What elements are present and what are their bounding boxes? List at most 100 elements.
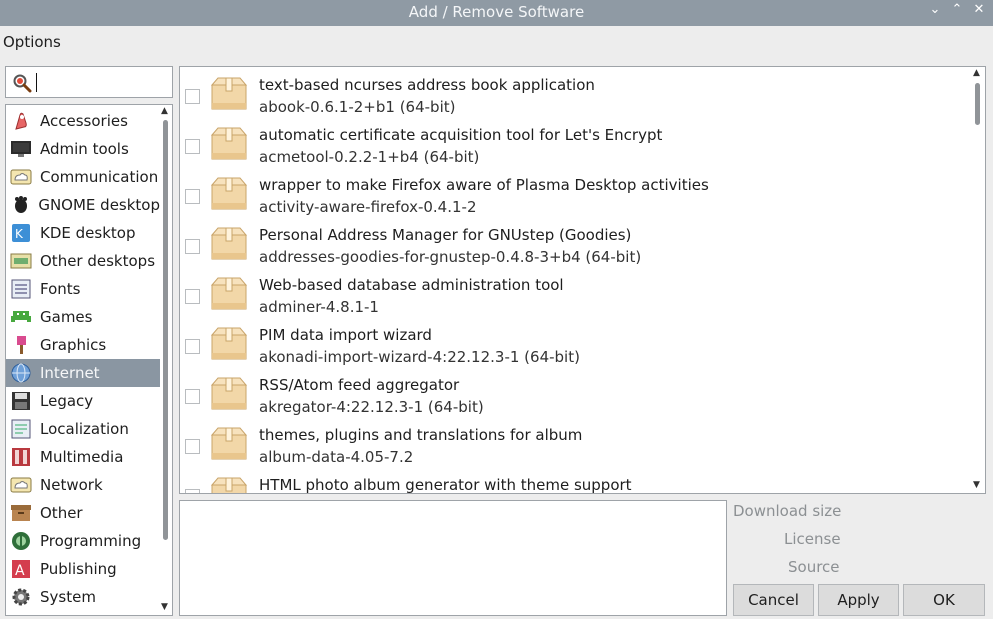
package-box-icon	[210, 327, 248, 361]
text-cursor	[36, 73, 37, 92]
package-row[interactable]: wrapper to make Firefox aware of Plasma …	[180, 171, 970, 221]
category-item[interactable]: Accessories	[6, 107, 160, 135]
package-checkbox[interactable]	[185, 189, 200, 204]
fonts-icon	[9, 278, 33, 300]
category-item[interactable]: A Publishing	[6, 555, 160, 583]
package-name: acmetool-0.2.2-1+b4 (64-bit)	[259, 148, 480, 166]
category-label: Network	[40, 476, 103, 494]
system-icon	[9, 586, 33, 608]
package-row[interactable]: text-based ncurses address book applicat…	[180, 71, 970, 121]
package-box-icon	[210, 177, 248, 211]
window-title: Add / Remove Software	[408, 3, 585, 21]
package-checkbox[interactable]	[185, 439, 200, 454]
communication-icon	[9, 166, 33, 188]
package-box-icon	[210, 227, 248, 261]
category-item[interactable]: Internet	[6, 359, 160, 387]
other-desktops-icon	[9, 250, 33, 272]
category-item[interactable]: Communication	[6, 163, 160, 191]
package-checkbox[interactable]	[185, 89, 200, 104]
package-row[interactable]: PIM data import wizard akonadi-import-wiz…	[180, 321, 970, 371]
package-checkbox[interactable]	[185, 389, 200, 404]
category-item[interactable]: Localization	[6, 415, 160, 443]
package-row[interactable]: Personal Address Manager for GNUstep (Go…	[180, 221, 970, 271]
package-checkbox[interactable]	[185, 139, 200, 154]
category-label: Internet	[40, 364, 100, 382]
category-item[interactable]: K KDE desktop	[6, 219, 160, 247]
package-scrollbar[interactable]: ▲ ▼	[971, 68, 984, 492]
category-label: Legacy	[40, 392, 94, 410]
search-field[interactable]	[5, 66, 173, 98]
category-item[interactable]: Multimedia	[6, 443, 160, 471]
scroll-down-arrow-icon[interactable]: ▼	[973, 480, 980, 490]
publishing-icon: A	[9, 558, 33, 580]
category-label: Admin tools	[40, 140, 129, 158]
search-icon	[13, 74, 32, 93]
cancel-button[interactable]: Cancel	[733, 584, 814, 616]
package-checkbox[interactable]	[185, 339, 200, 354]
other-icon	[9, 502, 33, 524]
category-label: Publishing	[40, 560, 117, 578]
category-label: Accessories	[40, 112, 128, 130]
category-label: GNOME desktop	[38, 196, 160, 214]
programming-icon	[9, 530, 33, 552]
package-row[interactable]: RSS/Atom feed aggregator akregator-4:22.1…	[180, 371, 970, 421]
package-name: akonadi-import-wizard-4:22.12.3-1 (64-bi…	[259, 348, 580, 366]
category-item[interactable]: Other desktops	[6, 247, 160, 275]
close-icon[interactable]: ✕	[973, 2, 985, 17]
apply-button[interactable]: Apply	[818, 584, 899, 616]
package-row[interactable]: Web-based database administration tool ad…	[180, 271, 970, 321]
package-description: Personal Address Manager for GNUstep (Go…	[259, 226, 632, 244]
options-menu[interactable]: Options	[3, 33, 61, 51]
package-name: activity-aware-firefox-0.4.1-2	[259, 198, 477, 216]
package-box-icon	[210, 477, 248, 493]
package-box-icon	[210, 427, 248, 461]
package-name: adminer-4.8.1-1	[259, 298, 379, 316]
package-row[interactable]: HTML photo album generator with theme su…	[180, 471, 970, 494]
package-scroll-thumb[interactable]	[975, 83, 980, 125]
scroll-up-arrow-icon[interactable]: ▲	[973, 68, 980, 78]
package-checkbox[interactable]	[185, 489, 200, 493]
package-row[interactable]: themes, plugins and translations for alb…	[180, 421, 970, 471]
maximize-icon[interactable]: ⌃	[951, 2, 963, 17]
search-input[interactable]	[39, 70, 169, 94]
category-label: KDE desktop	[40, 224, 136, 242]
license-label: License	[784, 530, 841, 548]
ok-button[interactable]: OK	[903, 584, 985, 616]
scroll-up-arrow-icon[interactable]: ▲	[161, 106, 168, 116]
category-item[interactable]: Graphics	[6, 331, 160, 359]
category-scrollbar[interactable]: ▲ ▼	[159, 106, 171, 614]
category-label: Graphics	[40, 336, 107, 354]
package-description: text-based ncurses address book applicat…	[259, 76, 595, 94]
category-label: System	[40, 588, 96, 606]
package-row[interactable]: automatic certificate acquisition tool f…	[180, 121, 970, 171]
graphics-icon	[9, 334, 33, 356]
category-item[interactable]: Fonts	[6, 275, 160, 303]
menu-bar: Options	[0, 26, 993, 60]
category-item[interactable]: Games	[6, 303, 160, 331]
scroll-down-arrow-icon[interactable]: ▼	[161, 602, 168, 612]
category-item[interactable]: Legacy	[6, 387, 160, 415]
package-box-icon	[210, 377, 248, 411]
category-label: Communication	[40, 168, 159, 186]
title-bar: Add / Remove Software ⌄ ⌃ ✕	[0, 0, 993, 26]
category-list: Accessories Admin tools Communication GNOME…	[5, 104, 173, 616]
package-checkbox[interactable]	[185, 239, 200, 254]
category-item[interactable]: Network	[6, 471, 160, 499]
package-box-icon	[210, 277, 248, 311]
kde-icon: K	[9, 222, 33, 244]
package-description: HTML photo album generator with theme su…	[259, 476, 632, 494]
category-label: Other	[40, 504, 83, 522]
category-item[interactable]: Programming	[6, 527, 160, 555]
multimedia-icon	[9, 446, 33, 468]
package-description: wrapper to make Firefox aware of Plasma …	[259, 176, 709, 194]
minimize-icon[interactable]: ⌄	[929, 2, 941, 17]
category-item[interactable]: Other	[6, 499, 160, 527]
category-item[interactable]: Admin tools	[6, 135, 160, 163]
download-size-label: Download size	[733, 502, 842, 520]
category-item[interactable]: GNOME desktop	[6, 191, 160, 219]
category-item[interactable]: System	[6, 583, 160, 611]
package-checkbox[interactable]	[185, 289, 200, 304]
package-description: Web-based database administration tool	[259, 276, 564, 294]
package-description: RSS/Atom feed aggregator	[259, 376, 460, 394]
category-scroll-thumb[interactable]	[163, 120, 168, 540]
